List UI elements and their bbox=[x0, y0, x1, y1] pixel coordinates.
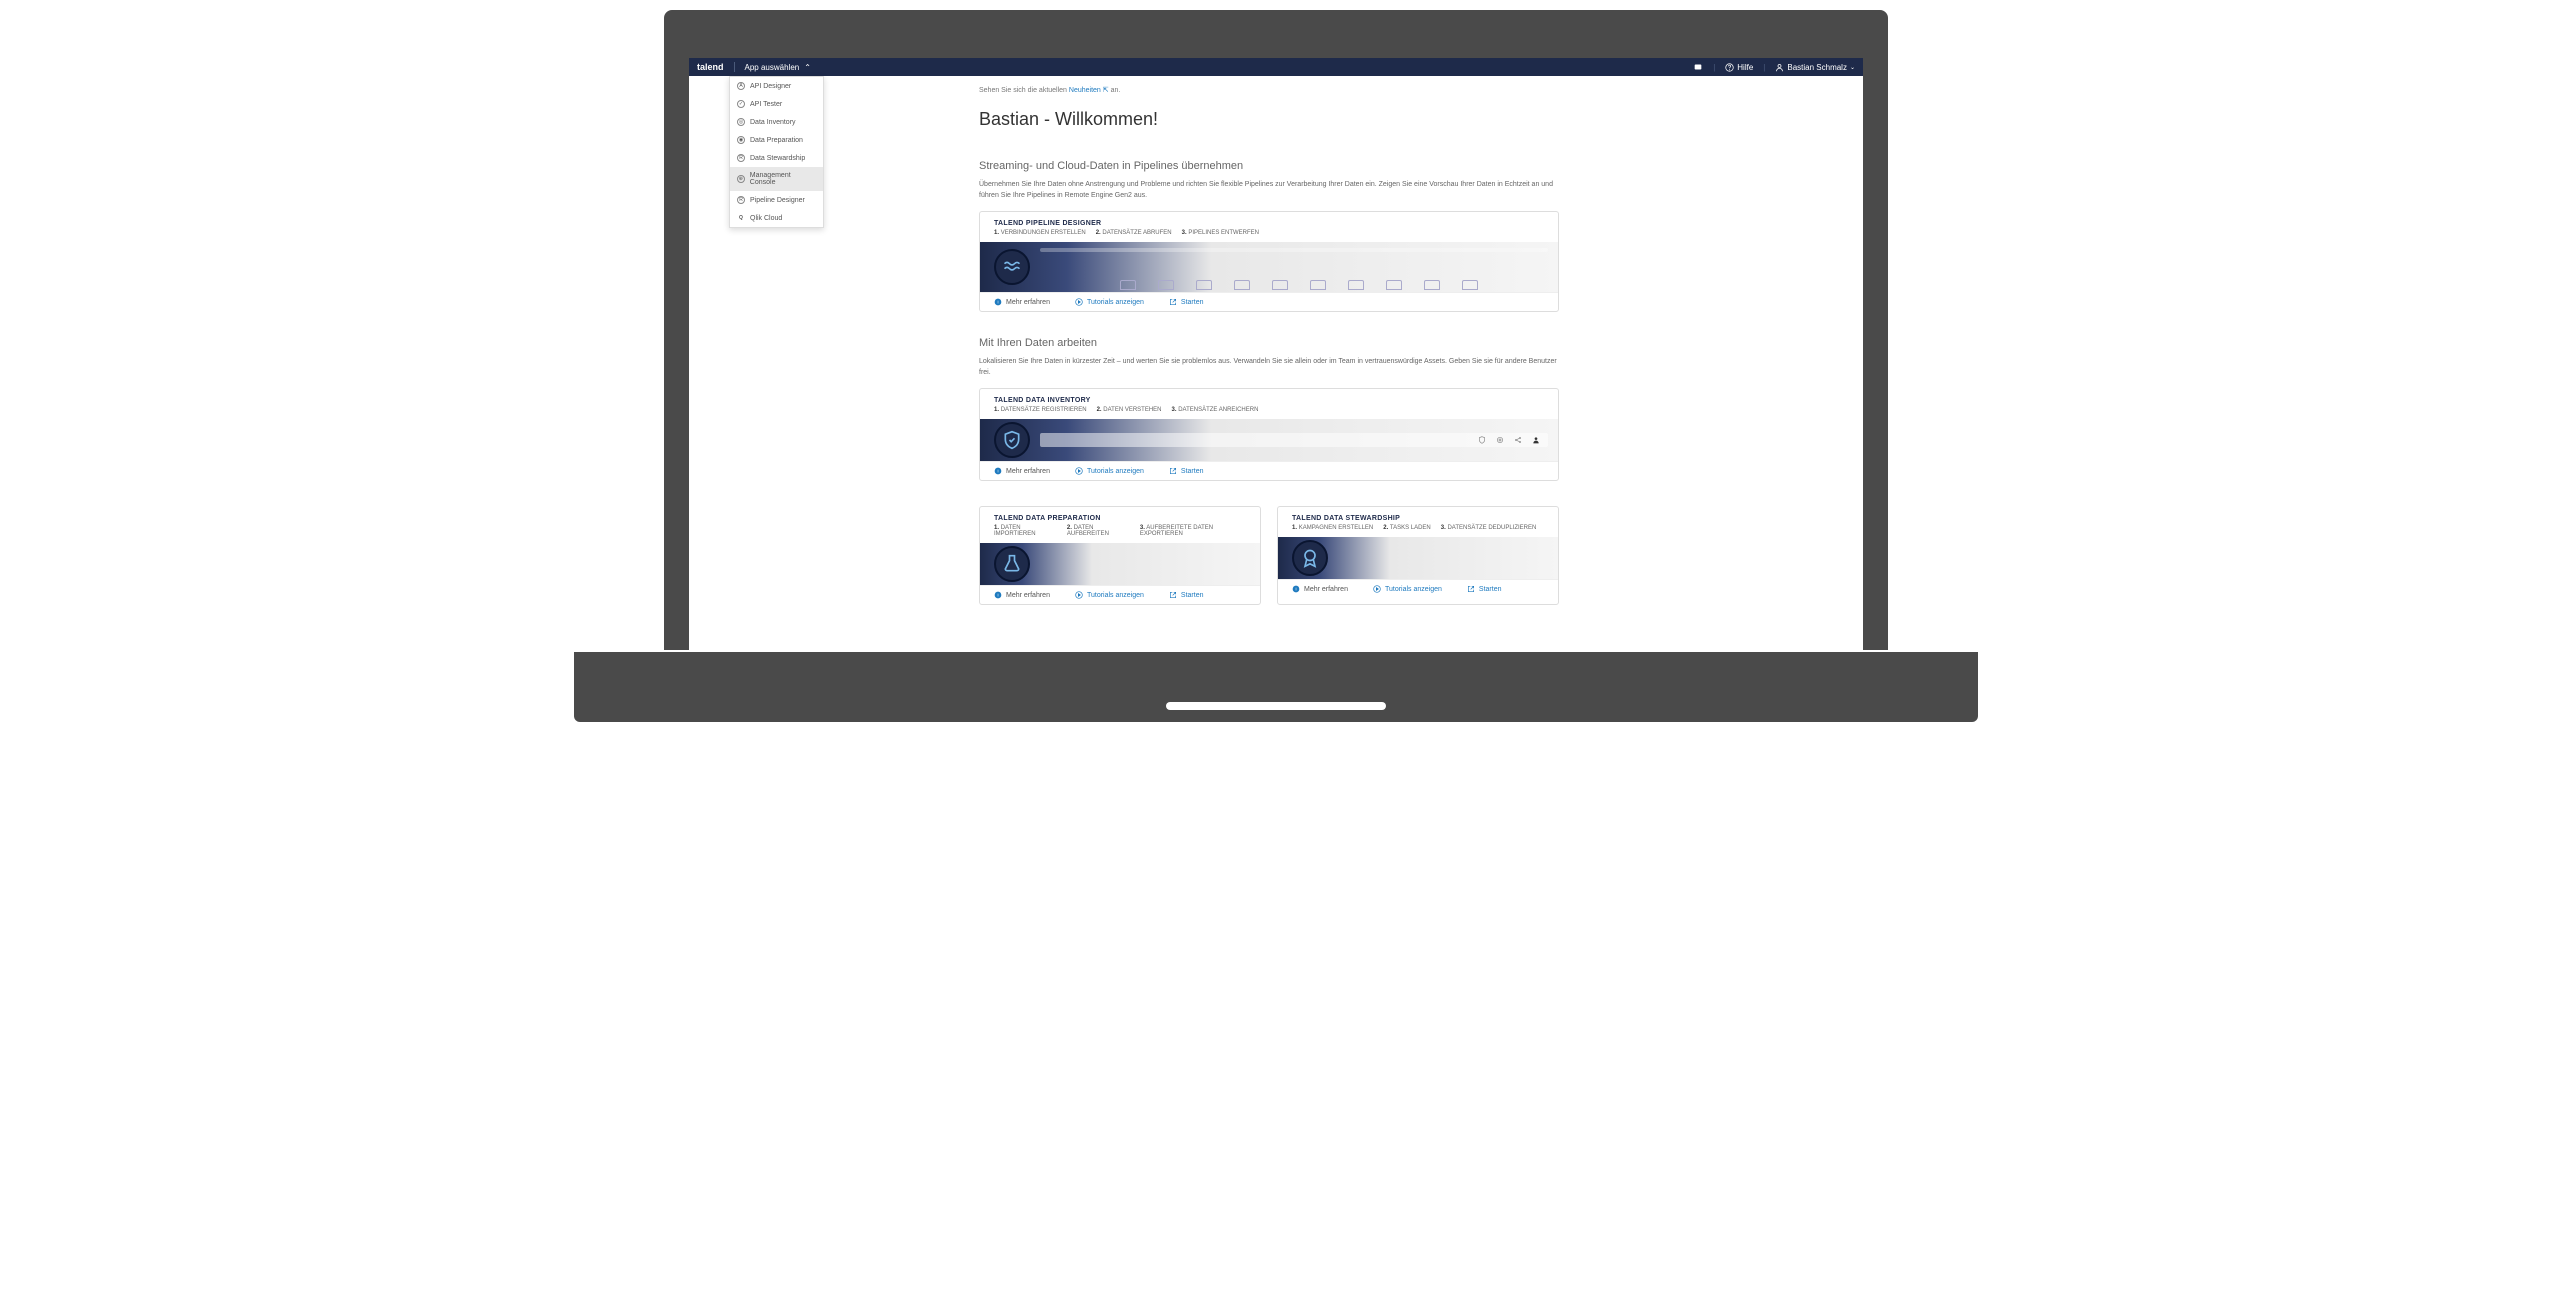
app-selector-label: App auswählen bbox=[745, 63, 800, 72]
card-steps: 1. DATEN IMPORTIEREN 2. DATEN AUFBEREITE… bbox=[980, 525, 1260, 543]
card-data-stewardship: TALEND DATA STEWARDSHIP 1. KAMPAGNEN ERS… bbox=[1277, 506, 1559, 605]
svg-text:i: i bbox=[1295, 587, 1296, 592]
card-footer: iMehr erfahren Tutorials anzeigen Starte… bbox=[980, 461, 1558, 480]
launch-icon bbox=[1169, 298, 1177, 306]
start-link[interactable]: Starten bbox=[1467, 585, 1502, 593]
card-visual bbox=[980, 242, 1558, 292]
laptop-screen-bezel: talend App auswählen ⌃ | Hilfe | bbox=[664, 10, 1888, 650]
start-link[interactable]: Starten bbox=[1169, 591, 1204, 599]
welcome-title: Bastian - Willkommen! bbox=[979, 109, 1559, 130]
info-icon: i bbox=[994, 467, 1002, 475]
card-pipeline-designer: TALEND PIPELINE DESIGNER 1. VERBINDUNGEN… bbox=[979, 211, 1559, 312]
card-title: TALEND DATA STEWARDSHIP bbox=[1292, 515, 1544, 522]
learn-more-link[interactable]: iMehr erfahren bbox=[1292, 585, 1348, 593]
chevron-down-icon: ⌄ bbox=[1850, 64, 1855, 71]
svg-text:i: i bbox=[997, 300, 998, 305]
app-menu-data-stewardship[interactable]: RData Stewardship bbox=[730, 149, 823, 167]
play-icon bbox=[1373, 585, 1381, 593]
cards-row: TALEND DATA PREPARATION 1. DATEN IMPORTI… bbox=[979, 506, 1559, 605]
news-link[interactable]: Neuheiten ⇱ bbox=[1069, 87, 1109, 94]
tutorials-link[interactable]: Tutorials anzeigen bbox=[1075, 467, 1144, 475]
app-menu-management-console[interactable]: ⊕Management Console bbox=[730, 167, 823, 191]
play-icon bbox=[1075, 298, 1083, 306]
share-mini-icon bbox=[1514, 436, 1522, 444]
card-steps: 1. KAMPAGNEN ERSTELLEN 2. TASKS LADEN 3.… bbox=[1278, 525, 1558, 537]
svg-text:i: i bbox=[997, 593, 998, 598]
card-footer: iMehr erfahren Tutorials anzeigen Starte… bbox=[980, 292, 1558, 311]
data-preparation-icon: ◉ bbox=[737, 136, 745, 144]
api-tester-icon: ✓ bbox=[737, 100, 745, 108]
card-data-inventory: TALEND DATA INVENTORY 1. DATENSÄTZE REGI… bbox=[979, 388, 1559, 481]
launch-icon bbox=[1467, 585, 1475, 593]
play-icon bbox=[1075, 467, 1083, 475]
data-inventory-icon: ◎ bbox=[737, 118, 745, 126]
card-steps: 1. DATENSÄTZE REGISTRIEREN 2. DATEN VERS… bbox=[980, 407, 1558, 419]
top-bar: talend App auswählen ⌃ | Hilfe | bbox=[689, 58, 1863, 76]
launch-icon bbox=[1169, 591, 1177, 599]
laptop-base bbox=[574, 652, 1978, 722]
tutorials-link[interactable]: Tutorials anzeigen bbox=[1373, 585, 1442, 593]
app-viewport: talend App auswählen ⌃ | Hilfe | bbox=[689, 58, 1863, 650]
info-icon: i bbox=[994, 591, 1002, 599]
top-bar-right: | Hilfe | Bastian Schmalz ⌄ bbox=[1693, 62, 1855, 72]
notifications-icon[interactable] bbox=[1693, 62, 1703, 72]
card-footer: iMehr erfahren Tutorials anzeigen Starte… bbox=[980, 585, 1260, 604]
management-console-icon: ⊕ bbox=[737, 175, 745, 183]
card-visual bbox=[980, 419, 1558, 461]
section-desc-pipelines: Übernehmen Sie Ihre Daten ohne Anstrengu… bbox=[979, 180, 1559, 201]
help-link[interactable]: Hilfe bbox=[1725, 63, 1753, 72]
app-menu-api-tester[interactable]: ✓API Tester bbox=[730, 95, 823, 113]
app-menu-pipeline-designer[interactable]: RPipeline Designer bbox=[730, 191, 823, 209]
card-steps: 1. VERBINDUNGEN ERSTELLEN 2. DATENSÄTZE … bbox=[980, 230, 1558, 242]
app-selector[interactable]: App auswählen ⌃ bbox=[735, 63, 821, 72]
section-title-pipelines: Streaming- und Cloud-Daten in Pipelines … bbox=[979, 160, 1559, 172]
user-mini-icon bbox=[1532, 436, 1540, 444]
app-menu-api-designer[interactable]: AAPI Designer bbox=[730, 77, 823, 95]
brand-logo: talend bbox=[697, 62, 735, 72]
card-title: TALEND PIPELINE DESIGNER bbox=[994, 220, 1544, 227]
tutorials-link[interactable]: Tutorials anzeigen bbox=[1075, 298, 1144, 306]
app-menu-data-inventory[interactable]: ◎Data Inventory bbox=[730, 113, 823, 131]
api-designer-icon: A bbox=[737, 82, 745, 90]
learn-more-link[interactable]: iMehr erfahren bbox=[994, 591, 1050, 599]
user-menu[interactable]: Bastian Schmalz ⌄ bbox=[1775, 63, 1855, 72]
learn-more-link[interactable]: iMehr erfahren bbox=[994, 298, 1050, 306]
app-menu-data-preparation[interactable]: ◉Data Preparation bbox=[730, 131, 823, 149]
chevron-up-icon: ⌃ bbox=[804, 63, 811, 72]
info-icon: i bbox=[1292, 585, 1300, 593]
card-title: TALEND DATA PREPARATION bbox=[994, 515, 1246, 522]
start-link[interactable]: Starten bbox=[1169, 467, 1204, 475]
card-visual bbox=[980, 543, 1260, 585]
launch-icon bbox=[1169, 467, 1177, 475]
news-banner: Sehen Sie sich die aktuellen Neuheiten ⇱… bbox=[979, 86, 1559, 94]
card-title: TALEND DATA INVENTORY bbox=[994, 397, 1544, 404]
badge-icon bbox=[1292, 540, 1328, 576]
waves-icon bbox=[994, 249, 1030, 285]
learn-more-link[interactable]: iMehr erfahren bbox=[994, 467, 1050, 475]
data-stewardship-icon: R bbox=[737, 154, 745, 162]
play-icon bbox=[1075, 591, 1083, 599]
svg-text:i: i bbox=[997, 469, 998, 474]
target-mini-icon bbox=[1496, 436, 1504, 444]
qlik-cloud-icon: Q bbox=[737, 214, 745, 222]
section-title-data: Mit Ihren Daten arbeiten bbox=[979, 337, 1559, 349]
shield-mini-icon bbox=[1478, 436, 1486, 444]
start-link[interactable]: Starten bbox=[1169, 298, 1204, 306]
section-desc-data: Lokalisieren Sie Ihre Daten in kürzester… bbox=[979, 357, 1559, 378]
laptop-frame: talend App auswählen ⌃ | Hilfe | bbox=[516, 0, 2036, 770]
app-menu-qlik-cloud[interactable]: QQlik Cloud bbox=[730, 209, 823, 227]
shield-icon bbox=[994, 422, 1030, 458]
app-dropdown-menu: AAPI Designer ✓API Tester ◎Data Inventor… bbox=[729, 76, 824, 228]
flask-icon bbox=[994, 546, 1030, 582]
pipeline-designer-icon: R bbox=[737, 196, 745, 204]
card-visual bbox=[1278, 537, 1558, 579]
card-data-preparation: TALEND DATA PREPARATION 1. DATEN IMPORTI… bbox=[979, 506, 1261, 605]
tutorials-link[interactable]: Tutorials anzeigen bbox=[1075, 591, 1144, 599]
info-icon: i bbox=[994, 298, 1002, 306]
laptop-notch bbox=[1166, 702, 1386, 710]
card-footer: iMehr erfahren Tutorials anzeigen Starte… bbox=[1278, 579, 1558, 598]
